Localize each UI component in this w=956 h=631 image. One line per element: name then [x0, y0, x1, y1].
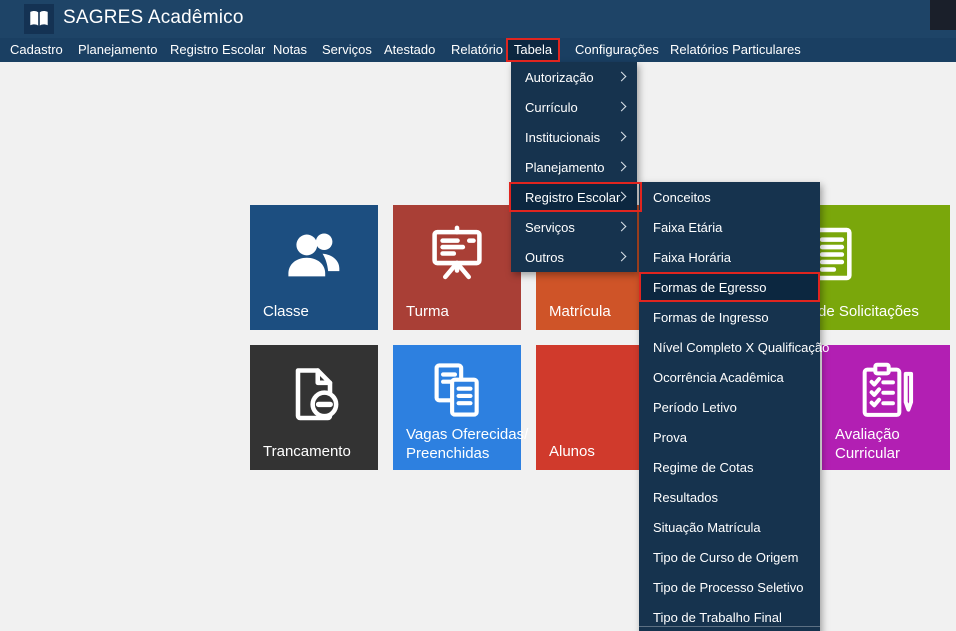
menu-item-outros[interactable]: Outros — [511, 242, 637, 272]
open-book-icon — [28, 8, 50, 30]
presentation-icon — [425, 222, 489, 286]
tile-label: de Solicitações — [818, 302, 919, 321]
chevron-right-icon — [617, 252, 627, 262]
submenu-item-formas-de-egresso[interactable]: Formas de Egresso — [639, 272, 820, 302]
tile-label: AvaliaçãoCurricular — [835, 425, 900, 463]
menu-item-institucionais[interactable]: Institucionais — [511, 122, 637, 152]
app-window: Classe Turma Matrícula — [0, 0, 956, 631]
chevron-right-icon — [617, 72, 627, 82]
tabela-dropdown-menu: Autorização Currículo Institucionais Pla… — [511, 62, 637, 272]
menu-item-servicos[interactable]: Serviços — [511, 212, 637, 242]
submenu-item-faixa-etaria[interactable]: Faixa Etária — [639, 212, 820, 242]
tile-label: Classe — [263, 302, 309, 321]
menubar-item-configuracoes[interactable]: Configurações — [575, 38, 659, 62]
tile-turma[interactable]: Turma — [393, 205, 521, 330]
menu-item-autorizacao[interactable]: Autorização — [511, 62, 637, 92]
tile-trancamento[interactable]: Trancamento — [250, 345, 378, 470]
main-menubar: Cadastro Planejamento Registro Escolar N… — [0, 38, 956, 62]
submenu-item-formas-de-ingresso[interactable]: Formas de Ingresso — [639, 302, 820, 332]
app-logo — [24, 4, 54, 34]
tile-label: Matrícula — [549, 302, 611, 321]
menubar-item-atestado[interactable]: Atestado — [384, 38, 435, 62]
top-right-corner-panel[interactable] — [930, 0, 956, 30]
tile-classe[interactable]: Classe — [250, 205, 378, 330]
submenu-item-regime-de-cotas[interactable]: Regime de Cotas — [639, 452, 820, 482]
submenu-item-conceitos[interactable]: Conceitos — [639, 182, 820, 212]
submenu-item-periodo-letivo[interactable]: Período Letivo — [639, 392, 820, 422]
menubar-item-servicos[interactable]: Serviços — [322, 38, 372, 62]
copy-documents-icon — [425, 359, 489, 423]
submenu-item-tipo-de-curso-de-origem[interactable]: Tipo de Curso de Origem — [639, 542, 820, 572]
file-minus-icon — [282, 362, 346, 426]
tile-vagas-oferecidas-preenchidas[interactable]: Vagas Oferecidas/Preenchidas — [393, 345, 521, 470]
submenu-item-prova[interactable]: Prova — [639, 422, 820, 452]
people-icon — [282, 222, 346, 286]
menu-item-registro-escolar[interactable]: Registro Escolar — [511, 182, 637, 212]
submenu-divider — [639, 626, 820, 627]
app-title: SAGRES Acadêmico — [63, 7, 244, 29]
menu-item-planejamento[interactable]: Planejamento — [511, 152, 637, 182]
tile-label: Turma — [406, 302, 449, 321]
tile-avaliacao-curricular[interactable]: AvaliaçãoCurricular — [822, 345, 950, 470]
menubar-item-tabela[interactable]: Tabela — [506, 38, 560, 62]
registro-escolar-submenu: Conceitos Faixa Etária Faixa Horária For… — [639, 182, 820, 631]
submenu-item-nivel-completo-x-qualificacao[interactable]: Nível Completo X Qualificação — [639, 332, 820, 362]
menubar-item-planejamento[interactable]: Planejamento — [78, 38, 158, 62]
chevron-right-icon — [617, 222, 627, 232]
menubar-item-relatorios-particulares[interactable]: Relatórios Particulares — [670, 38, 801, 62]
submenu-item-resultados[interactable]: Resultados — [639, 482, 820, 512]
menubar-item-relatorio[interactable]: Relatório — [451, 38, 503, 62]
tile-label: Trancamento — [263, 442, 351, 461]
chevron-right-icon — [617, 132, 627, 142]
clipboard-check-pen-icon — [854, 360, 918, 424]
menu-item-curriculo[interactable]: Currículo — [511, 92, 637, 122]
menubar-item-registro-escolar[interactable]: Registro Escolar — [170, 38, 265, 62]
submenu-item-situacao-matricula[interactable]: Situação Matrícula — [639, 512, 820, 542]
submenu-item-tipo-de-processo-seletivo[interactable]: Tipo de Processo Seletivo — [639, 572, 820, 602]
tile-label: Alunos — [549, 442, 595, 461]
submenu-item-ocorrencia-academica[interactable]: Ocorrência Acadêmica — [639, 362, 820, 392]
app-header: SAGRES Acadêmico — [0, 0, 956, 38]
submenu-item-faixa-horaria[interactable]: Faixa Horária — [639, 242, 820, 272]
tile-label: Vagas Oferecidas/Preenchidas — [406, 425, 528, 463]
chevron-right-icon — [617, 102, 627, 112]
menubar-item-cadastro[interactable]: Cadastro — [10, 38, 63, 62]
menubar-item-notas[interactable]: Notas — [273, 38, 307, 62]
chevron-right-icon — [617, 162, 627, 172]
